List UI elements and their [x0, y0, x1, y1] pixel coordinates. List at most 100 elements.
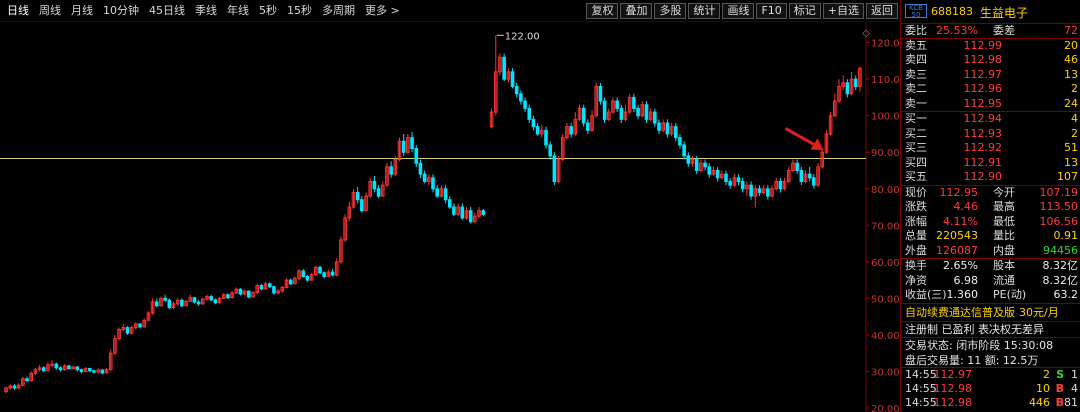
candle-down [694, 159, 699, 172]
quote-label: 最高 [993, 200, 1015, 213]
candle-down [586, 122, 590, 131]
level-price: 112.92 [963, 141, 1003, 154]
candle-down [519, 93, 523, 102]
candle-down [401, 140, 406, 153]
level-price: 112.90 [963, 170, 1003, 183]
quote-value: 107.19 [1039, 185, 1079, 199]
level-label: 买二 [905, 126, 927, 140]
toolbar-button[interactable]: 画线 [722, 3, 755, 19]
quote-row: 涨跌 4.46 最高 113.50 [901, 200, 1080, 215]
order-level-row[interactable]: 卖四 112.98 46 [901, 53, 1080, 68]
level-volume: 24 [1064, 96, 1078, 110]
period-tab[interactable]: 45日线 [144, 4, 190, 18]
candle-down [619, 107, 624, 120]
candle-down [795, 162, 799, 171]
toolbar-button[interactable]: F10 [756, 3, 787, 19]
level-volume: 13 [1064, 67, 1078, 81]
order-level-row[interactable]: 卖一 112.95 24 [901, 97, 1080, 112]
quote-row: 现价 112.95 今开 107.19 [901, 186, 1080, 201]
fund-value: 63.2 [1053, 288, 1079, 301]
order-level-row[interactable]: 买一 112.94 4 [901, 112, 1080, 127]
quote-value: 126087 [936, 243, 978, 257]
order-level-row[interactable]: 卖五 112.99 20 [901, 39, 1080, 54]
candle-down [272, 286, 276, 294]
toolbar-button[interactable]: 叠加 [620, 3, 653, 19]
candle-down [749, 184, 753, 197]
level-volume: 2 [1071, 126, 1078, 140]
tick-count: 4 [1071, 381, 1078, 395]
tick-side: B [1055, 395, 1064, 409]
order-level-row[interactable]: 买三 112.92 51 [901, 141, 1080, 156]
y-tick-label: 80.00 [871, 185, 900, 196]
period-tab[interactable]: 月线 [66, 4, 98, 18]
tick-count: 1 [1071, 367, 1078, 381]
candle-down [569, 126, 573, 135]
period-tab[interactable]: 季线 [190, 4, 222, 18]
candle-down [481, 210, 486, 215]
candle-down [807, 173, 812, 179]
period-tab[interactable]: 周线 [34, 4, 66, 18]
candle-down [322, 272, 326, 277]
period-tab[interactable]: 15秒 [282, 4, 317, 18]
period-tab[interactable]: 年线 [222, 4, 254, 18]
level-price: 112.98 [963, 53, 1003, 66]
candle-down [602, 100, 607, 120]
tick-list[interactable]: 14:55 112.97 2 S 1 14:55 112.98 10 B 4 14:55 112.98… [901, 368, 1080, 410]
candle-down [632, 96, 636, 109]
order-level-row[interactable]: 卖二 112.96 2 [901, 82, 1080, 97]
chevron-down-icon[interactable]: ◇ [862, 28, 870, 39]
stock-name[interactable]: 生益电子 [980, 4, 1028, 21]
candle-down [799, 170, 804, 182]
level-price: 112.99 [963, 38, 1003, 52]
candle-down [514, 85, 519, 95]
fundamental-row: 收益(三) 1.360 PE(动) 63.2 [901, 288, 1080, 303]
period-tab[interactable]: 日线 [2, 4, 34, 18]
y-tick-label: 40.00 [871, 331, 900, 342]
order-level-row[interactable]: 买四 112.91 13 [901, 156, 1080, 171]
fund-label: 收益(三) [905, 288, 947, 301]
candle-down [67, 365, 71, 370]
tick-time: 14:55 [905, 381, 937, 395]
order-level-row[interactable]: 买二 112.93 2 [901, 127, 1080, 142]
toolbar-button[interactable]: +自选 [822, 3, 864, 19]
toolbar-button[interactable]: 返回 [866, 3, 898, 19]
toolbar-button[interactable]: 标记 [788, 3, 821, 19]
period-tab[interactable]: 多周期 [317, 4, 360, 18]
order-level-row[interactable]: 卖三 112.97 13 [901, 68, 1080, 83]
ratio-value: 25.53% [936, 24, 978, 37]
candle-down [125, 327, 130, 334]
candle-down [657, 122, 661, 131]
tick-side: B [1055, 381, 1064, 395]
subscription-promo[interactable]: 自动续费通达信普及版 30元/月 [901, 304, 1080, 322]
candle-down [682, 144, 686, 157]
candle-down [92, 370, 96, 373]
candle-down [318, 266, 322, 274]
kline-chart-area[interactable]: 120.00 110.00 100.00 90.00 80.00 70.00 60.00 50… [0, 22, 900, 412]
fundamentals: 换手 2.65% 股本 8.32亿 净资 6.98 流通 8.32亿 收益(三) 1.360 PE(… [901, 259, 1080, 304]
level-label: 卖一 [905, 96, 927, 110]
level-label: 买三 [905, 141, 927, 154]
level-volume: 46 [1064, 53, 1078, 66]
chart-corner-tools[interactable]: ◇ [862, 28, 870, 39]
candle-down [544, 129, 548, 146]
kline-chart[interactable]: 120.00 110.00 100.00 90.00 80.00 70.00 60.00 50… [0, 22, 900, 412]
y-tick-label: 120.00 [871, 39, 900, 50]
period-tab[interactable]: 10分钟 [98, 4, 144, 18]
stock-code[interactable]: 688183 [931, 5, 973, 18]
candle-down [209, 296, 213, 301]
candle-down [740, 180, 745, 190]
candle-down [138, 323, 142, 328]
period-tab[interactable]: 5秒 [254, 4, 282, 18]
candle-down [531, 118, 536, 128]
toolbar-button[interactable]: 多股 [654, 3, 687, 19]
level-volume: 20 [1064, 38, 1078, 52]
toolbar-button[interactable]: 复权 [586, 3, 619, 19]
red-arrow-annotation [784, 127, 824, 151]
period-tab[interactable]: 更多 > [360, 4, 405, 18]
candle-down [523, 100, 527, 109]
order-level-row[interactable]: 买五 112.90 107 [901, 170, 1080, 185]
quote-label: 内盘 [993, 243, 1015, 257]
period-tabs: 日线 周线 月线 10分钟 45日线 季线 年线 5秒 15秒 多周期 更多 > [2, 4, 405, 18]
y-tick-label: 100.00 [871, 112, 900, 123]
toolbar-button[interactable]: 统计 [688, 3, 721, 19]
